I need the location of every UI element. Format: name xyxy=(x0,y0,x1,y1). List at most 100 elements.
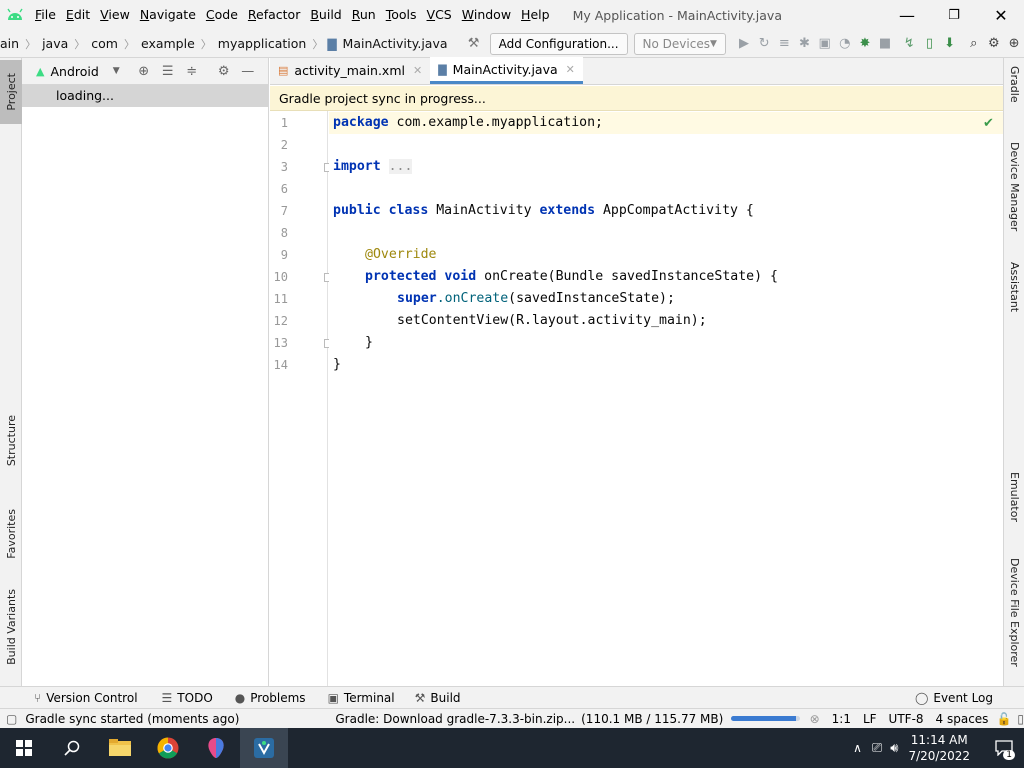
notification-center-button[interactable]: 1 xyxy=(984,728,1024,768)
start-button[interactable] xyxy=(0,728,48,768)
locate-icon[interactable]: ⊕ xyxy=(132,59,156,83)
breadcrumb-java[interactable]: java xyxy=(40,36,70,51)
tab-build-variants[interactable]: Build Variants xyxy=(0,582,22,672)
lock-icon[interactable]: 🔓 xyxy=(996,712,1011,726)
menu-code[interactable]: Code xyxy=(201,0,243,30)
tab-problems-label: Problems xyxy=(250,690,306,705)
code-line: protected void onCreate(Bundle savedInst… xyxy=(365,269,778,284)
chevron-up-icon[interactable]: ∧ xyxy=(853,741,862,755)
hide-icon[interactable]: — xyxy=(236,59,260,83)
tab-activity-main-xml[interactable]: ▤ activity_main.xml ✕ xyxy=(270,57,430,84)
check-icon[interactable]: ✔ xyxy=(983,116,994,131)
tab-todo-label: TODO xyxy=(177,690,213,705)
paint3d-button[interactable] xyxy=(192,728,240,768)
file-explorer-button[interactable] xyxy=(96,728,144,768)
breadcrumb-com[interactable]: com xyxy=(89,36,120,51)
tab-device-file-explorer[interactable]: Device File Explorer xyxy=(1004,558,1024,676)
stop-icon[interactable]: ■ xyxy=(875,33,895,55)
project-panel-header: ▲ Android ▼ ⊕ ☰ ≑ ⚙ — xyxy=(22,58,268,85)
caret-position[interactable]: 1:1 xyxy=(832,712,851,726)
code-editor[interactable]: package com.example.myapplication; impor… xyxy=(329,111,1003,686)
menu-refactor[interactable]: Refactor xyxy=(243,0,305,30)
project-panel: ▲ Android ▼ ⊕ ☰ ≑ ⚙ — loading... xyxy=(22,58,269,686)
search-button[interactable] xyxy=(48,728,96,768)
apply-changes-icon[interactable]: ↻ xyxy=(754,33,774,55)
breadcrumb-myapplication[interactable]: myapplication xyxy=(216,36,309,51)
menu-vcs[interactable]: VCS xyxy=(422,0,457,30)
chrome-button[interactable] xyxy=(144,728,192,768)
xml-file-icon: ▤ xyxy=(278,64,289,77)
breadcrumb-file[interactable]: MainActivity.java xyxy=(341,36,450,51)
collapse-all-icon[interactable]: ≑ xyxy=(180,59,204,83)
breadcrumb-main[interactable]: ain xyxy=(0,36,21,51)
tab-assistant[interactable]: Assistant xyxy=(1004,262,1024,328)
code-line: import ... xyxy=(333,159,413,174)
menu-view[interactable]: View xyxy=(95,0,135,30)
cancel-download-icon[interactable]: ⊗ xyxy=(810,712,820,726)
tab-problems[interactable]: ● Problems xyxy=(235,691,306,705)
menu-file[interactable]: File xyxy=(30,0,61,30)
tab-todo[interactable]: ☰ TODO xyxy=(162,691,213,705)
line-separator[interactable]: LF xyxy=(863,712,877,726)
sdk-manager-icon[interactable]: ⬇ xyxy=(939,33,959,55)
run-icon[interactable]: ▶ xyxy=(734,33,754,55)
android-studio-taskbar-button[interactable] xyxy=(240,728,288,768)
network-icon[interactable]: ⎚ xyxy=(872,741,882,756)
tab-event-log[interactable]: ◯ Event Log xyxy=(915,691,993,705)
debug-icon[interactable]: ✱ xyxy=(794,33,814,55)
tab-project[interactable]: Project xyxy=(0,60,22,124)
minimize-button[interactable]: — xyxy=(884,0,930,30)
file-encoding[interactable]: UTF-8 xyxy=(889,712,924,726)
clock[interactable]: 11:14 AM 7/20/2022 xyxy=(908,732,970,764)
status-toggle-icon[interactable]: ▢ xyxy=(6,712,17,726)
menu-help[interactable]: Help xyxy=(516,0,555,30)
sign-in-icon[interactable]: ⊕ xyxy=(1004,33,1024,55)
tab-structure[interactable]: Structure xyxy=(0,412,22,470)
status-bar: ▢ Gradle sync started (moments ago) Grad… xyxy=(0,708,1024,728)
tab-label: activity_main.xml xyxy=(294,63,405,78)
maximize-button[interactable]: ❐ xyxy=(931,0,977,30)
status-message[interactable]: Gradle sync started (moments ago) xyxy=(25,712,239,726)
menu-run[interactable]: Run xyxy=(347,0,381,30)
expand-all-icon[interactable]: ☰ xyxy=(156,59,180,83)
device-selector[interactable]: No Devices ▼ xyxy=(633,32,726,55)
sync-gradle-icon[interactable]: ↯ xyxy=(899,33,919,55)
apply-code-changes-icon[interactable]: ≡ xyxy=(774,33,794,55)
menu-navigate[interactable]: Navigate xyxy=(135,0,201,30)
close-icon: ✕ xyxy=(994,5,1008,25)
folded-imports[interactable]: ... xyxy=(388,159,413,174)
tab-gradle[interactable]: Gradle xyxy=(1004,66,1024,126)
tab-terminal[interactable]: ▣ Terminal xyxy=(328,691,395,705)
tab-build-label: Build xyxy=(430,690,461,705)
search-icon[interactable]: ⌕ xyxy=(964,33,984,55)
tab-emulator[interactable]: Emulator xyxy=(1004,472,1024,536)
android-debug-icon[interactable]: ✸ xyxy=(855,33,875,55)
profile-icon[interactable]: ◔ xyxy=(835,33,855,55)
menu-tools[interactable]: Tools xyxy=(381,0,422,30)
close-tab-icon[interactable]: ✕ xyxy=(566,63,575,76)
chevron-down-icon[interactable]: ▼ xyxy=(113,66,120,76)
attach-debugger-icon[interactable]: ▣ xyxy=(815,33,835,55)
tab-favorites[interactable]: Favorites xyxy=(0,498,22,570)
hammer-build-icon[interactable]: ⚒ xyxy=(464,33,484,55)
volume-icon[interactable]: 🔊︎ xyxy=(890,741,898,756)
paint-icon xyxy=(208,738,224,758)
menu-window[interactable]: Window xyxy=(457,0,516,30)
gear-icon[interactable]: ⚙ xyxy=(212,59,236,83)
add-configuration-button[interactable]: Add Configuration... xyxy=(489,32,628,55)
tab-build[interactable]: ⚒ Build xyxy=(415,691,461,705)
download-status[interactable]: Gradle: Download gradle-7.3.3-bin.zip... xyxy=(335,712,575,726)
tab-mainactivity-java[interactable]: ▇ MainActivity.java ✕ xyxy=(430,57,583,84)
menu-build[interactable]: Build xyxy=(305,0,346,30)
breadcrumb-example[interactable]: example xyxy=(139,36,197,51)
settings-icon[interactable]: ⚙ xyxy=(984,33,1004,55)
close-window-button[interactable]: ✕ xyxy=(978,0,1024,30)
menu-edit[interactable]: Edit xyxy=(61,0,95,30)
tab-version-control[interactable]: ⑂ Version Control xyxy=(34,691,138,705)
indent-setting[interactable]: 4 spaces xyxy=(936,712,989,726)
memory-icon[interactable]: ▯ xyxy=(1017,712,1024,726)
project-view-selector[interactable]: Android xyxy=(50,64,98,79)
device-manager-icon[interactable]: ▯ xyxy=(919,33,939,55)
close-tab-icon[interactable]: ✕ xyxy=(413,64,422,77)
tab-device-manager[interactable]: Device Manager xyxy=(1004,142,1024,242)
